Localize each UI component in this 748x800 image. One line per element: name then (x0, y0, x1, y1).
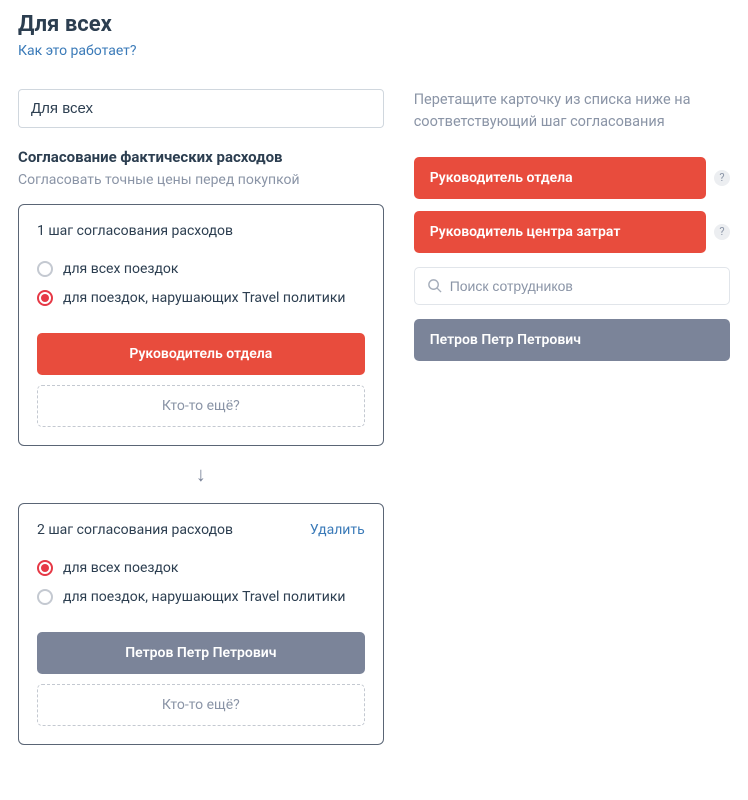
approver-chip[interactable]: Петров Петр Петрович (37, 632, 365, 674)
search-icon (427, 278, 442, 293)
approval-step-card: 1 шаг согласования расходов для всех пое… (18, 204, 384, 446)
radio-icon (37, 261, 53, 277)
page-title: Для всех (18, 12, 730, 37)
how-it-works-link[interactable]: Как это работает? (18, 43, 730, 59)
delete-step-link[interactable]: Удалить (310, 522, 365, 538)
radio-violating-trips[interactable]: для поездок, нарушающих Travel политики (37, 583, 365, 612)
radio-label: для всех поездок (63, 559, 178, 578)
arrow-down-icon: ↓ (18, 446, 384, 503)
section-subtitle: Согласовать точные цены перед покупкой (18, 172, 384, 188)
approver-chip[interactable]: Руководитель отдела (37, 333, 365, 375)
help-icon[interactable]: ? (714, 224, 730, 240)
radio-label: для всех поездок (63, 260, 178, 279)
role-chip[interactable]: Руководитель отдела (414, 157, 706, 199)
approval-step-card: 2 шаг согласования расходов Удалить для … (18, 503, 384, 745)
search-input[interactable] (450, 278, 717, 294)
step-title: 1 шаг согласования расходов (37, 223, 233, 239)
radio-all-trips[interactable]: для всех поездок (37, 255, 365, 284)
step-title: 2 шаг согласования расходов (37, 522, 233, 538)
radio-icon (37, 589, 53, 605)
radio-icon (37, 290, 53, 306)
radio-icon (37, 560, 53, 576)
add-approver-slot[interactable]: Кто-то ещё? (37, 684, 365, 726)
role-chip[interactable]: Руководитель центра затрат (414, 211, 706, 253)
radio-label: для поездок, нарушающих Travel политики (63, 289, 346, 308)
help-icon[interactable]: ? (714, 170, 730, 186)
employee-search[interactable] (414, 267, 730, 305)
add-approver-slot[interactable]: Кто-то ещё? (37, 385, 365, 427)
radio-all-trips[interactable]: для всех поездок (37, 554, 365, 583)
section-title: Согласование фактических расходов (18, 148, 384, 166)
radio-violating-trips[interactable]: для поездок, нарушающих Travel политики (37, 284, 365, 313)
radio-label: для поездок, нарушающих Travel политики (63, 588, 346, 607)
person-chip[interactable]: Петров Петр Петрович (414, 319, 730, 361)
drag-hint-text: Перетащите карточку из списка ниже на со… (414, 89, 730, 133)
approval-name-input[interactable] (18, 89, 384, 128)
